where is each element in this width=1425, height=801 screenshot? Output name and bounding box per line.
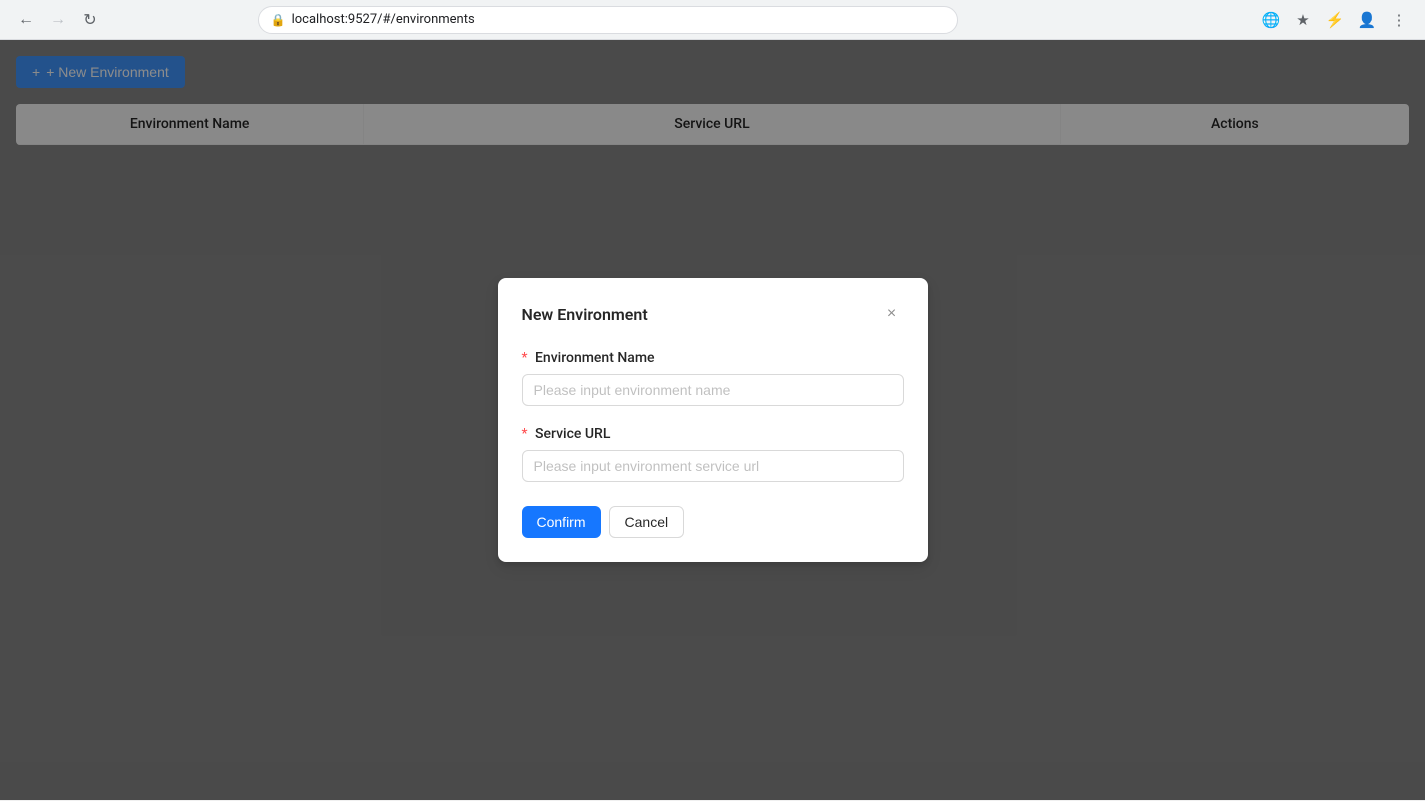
service-url-input[interactable] xyxy=(522,450,904,482)
env-name-input[interactable] xyxy=(522,374,904,406)
url-text: localhost:9527/#/environments xyxy=(292,12,475,27)
service-url-group: * Service URL xyxy=(522,426,904,482)
env-name-label: * Environment Name xyxy=(522,350,904,366)
address-bar[interactable]: 🔒 localhost:9527/#/environments xyxy=(258,6,958,34)
reload-button[interactable]: ↻ xyxy=(76,6,104,34)
menu-icon[interactable]: ⋮ xyxy=(1385,6,1413,34)
extension-icon[interactable]: ⚡ xyxy=(1321,6,1349,34)
new-environment-modal: New Environment × * Environment Name xyxy=(498,278,928,562)
close-icon: × xyxy=(887,305,896,323)
modal-footer: Confirm Cancel xyxy=(522,506,904,538)
modal-overlay: New Environment × * Environment Name xyxy=(0,40,1425,800)
translate-icon[interactable]: 🌐 xyxy=(1257,6,1285,34)
modal-close-button[interactable]: × xyxy=(880,302,904,326)
security-icon: 🔒 xyxy=(271,13,286,27)
page-inner: + + New Environment Environment Name Ser… xyxy=(0,40,1425,800)
forward-button[interactable]: → xyxy=(44,6,72,34)
modal-header: New Environment × xyxy=(522,302,904,326)
cancel-button[interactable]: Cancel xyxy=(609,506,685,538)
bookmark-icon[interactable]: ★ xyxy=(1289,6,1317,34)
browser-chrome: ← → ↻ 🔒 localhost:9527/#/environments 🌐 … xyxy=(0,0,1425,40)
env-name-group: * Environment Name xyxy=(522,350,904,406)
service-url-label-text: Service URL xyxy=(535,426,610,442)
avatar-icon[interactable]: 👤 xyxy=(1353,6,1381,34)
nav-buttons: ← → ↻ xyxy=(12,6,104,34)
service-url-label: * Service URL xyxy=(522,426,904,442)
back-button[interactable]: ← xyxy=(12,6,40,34)
browser-actions: 🌐 ★ ⚡ 👤 ⋮ xyxy=(1257,6,1413,34)
required-mark: * xyxy=(522,350,528,366)
page-content: + + New Environment Environment Name Ser… xyxy=(0,40,1425,800)
modal-title: New Environment xyxy=(522,305,648,324)
confirm-button[interactable]: Confirm xyxy=(522,506,601,538)
service-required-mark: * xyxy=(522,426,528,442)
env-name-label-text: Environment Name xyxy=(535,350,655,366)
